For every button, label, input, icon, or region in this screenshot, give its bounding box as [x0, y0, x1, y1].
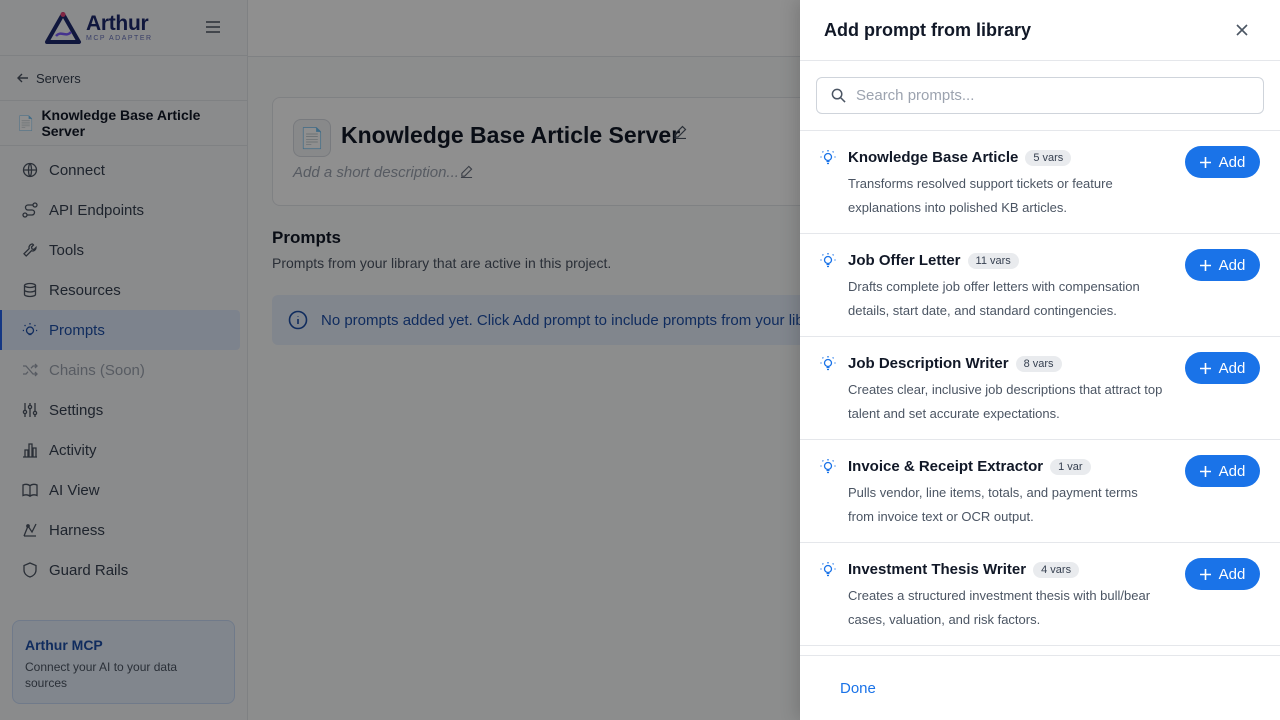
drawer-header: Add prompt from library: [800, 0, 1280, 61]
prompt-title: Investment Thesis Writer: [848, 561, 1027, 578]
prompt-name: Job Offer Letter 11 vars: [848, 252, 1019, 269]
bulb-icon: [820, 253, 836, 268]
bulb-icon: [820, 150, 836, 165]
prompt-title: Knowledge Base Article: [848, 149, 1019, 166]
vars-badge: 11 vars: [967, 252, 1019, 269]
prompt-title: Job Description Writer: [848, 355, 1009, 372]
prompt-name: Knowledge Base Article 5 vars: [848, 149, 1072, 166]
plus-icon: [1199, 362, 1211, 374]
list-item: Invoice & Receipt Extractor 1 var Pulls …: [800, 440, 1280, 543]
plus-icon: [1199, 568, 1211, 580]
plus-icon: [1199, 156, 1211, 168]
list-item: Job Offer Letter 11 vars Drafts complete…: [800, 234, 1280, 337]
add-button[interactable]: Add: [1185, 146, 1260, 178]
prompt-description: Transforms resolved support tickets or f…: [848, 176, 1113, 215]
plus-icon: [1199, 465, 1211, 477]
search-input[interactable]: [856, 87, 1236, 104]
prompt-description: Drafts complete job offer letters with c…: [848, 279, 1140, 318]
list-item: Investment Thesis Writer 4 vars Creates …: [800, 543, 1280, 646]
bulb-icon: [820, 459, 836, 474]
drawer-footer: Done: [800, 655, 1280, 720]
prompt-list: Knowledge Base Article 5 vars Transforms…: [800, 131, 1280, 656]
add-button[interactable]: Add: [1185, 249, 1260, 281]
prompt-title: Invoice & Receipt Extractor: [848, 458, 1044, 475]
add-label: Add: [1218, 565, 1246, 583]
search-box[interactable]: [816, 77, 1264, 114]
add-label: Add: [1218, 359, 1246, 377]
add-prompt-drawer: Add prompt from library Knowledge Base A…: [800, 0, 1280, 720]
vars-badge: 1 var: [1050, 458, 1091, 475]
prompt-description: Creates a structured investment thesis w…: [848, 588, 1151, 627]
close-icon[interactable]: [1234, 22, 1250, 38]
add-button[interactable]: Add: [1185, 352, 1260, 384]
list-item: Job Description Writer 8 vars Creates cl…: [800, 337, 1280, 440]
prompt-name: Job Description Writer 8 vars: [848, 355, 1062, 372]
add-button[interactable]: Add: [1185, 455, 1260, 487]
search-area: [800, 61, 1280, 131]
bulb-icon: [820, 356, 836, 371]
prompt-title: Job Offer Letter: [848, 252, 961, 269]
prompt-description: Pulls vendor, line items, totals, and pa…: [848, 485, 1138, 524]
vars-badge: 5 vars: [1025, 149, 1072, 166]
bulb-icon: [820, 562, 836, 577]
plus-icon: [1199, 259, 1211, 271]
done-button[interactable]: Done: [840, 680, 876, 697]
vars-badge: 4 vars: [1033, 561, 1080, 578]
prompt-name: Invoice & Receipt Extractor 1 var: [848, 458, 1091, 475]
add-label: Add: [1218, 153, 1246, 171]
list-item: Knowledge Base Article 5 vars Transforms…: [800, 131, 1280, 234]
search-icon: [831, 88, 846, 103]
add-label: Add: [1218, 256, 1246, 274]
add-button[interactable]: Add: [1185, 558, 1260, 590]
add-label: Add: [1218, 462, 1246, 480]
vars-badge: 8 vars: [1015, 355, 1062, 372]
prompt-name: Investment Thesis Writer 4 vars: [848, 561, 1080, 578]
prompt-description: Creates clear, inclusive job description…: [848, 382, 1163, 421]
drawer-title: Add prompt from library: [824, 19, 1032, 40]
